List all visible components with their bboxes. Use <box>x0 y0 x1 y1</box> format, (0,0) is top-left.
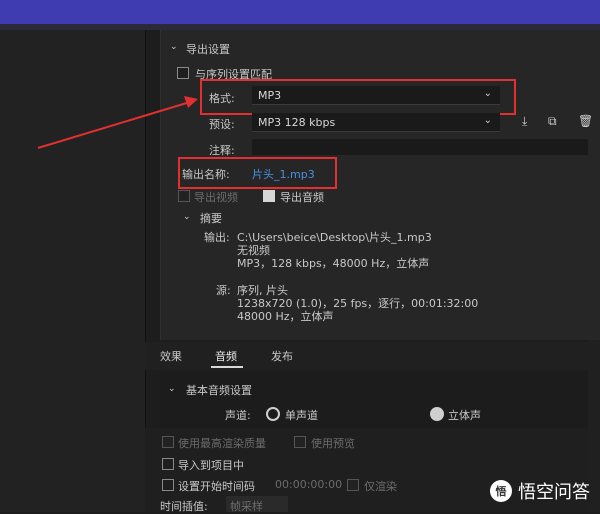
settings-tab-bar: 效果 音频 发布 <box>145 342 600 370</box>
tab-audio[interactable]: 音频 <box>215 348 237 364</box>
max-quality-checkbox[interactable] <box>162 436 174 448</box>
import-into-project-checkbox[interactable] <box>162 458 174 470</box>
mono-label: 单声道 <box>285 409 318 422</box>
render-only-checkbox[interactable] <box>347 479 359 491</box>
watermark: 悟 悟空问答 <box>490 478 590 504</box>
tab-effects[interactable]: 效果 <box>160 348 182 364</box>
use-preview-checkbox[interactable] <box>294 436 306 448</box>
channel-label: 声道: <box>225 409 251 422</box>
set-start-timecode-label: 设置开始时间码 <box>178 480 255 493</box>
max-quality-label: 使用最高渲染质量 <box>178 437 266 450</box>
start-timecode-value[interactable]: 00:00:00:00 <box>275 478 342 491</box>
basic-audio-title: 基本音频设置 <box>186 384 252 397</box>
watermark-text: 悟空问答 <box>518 482 590 503</box>
stereo-radio[interactable] <box>430 407 444 421</box>
set-start-timecode-checkbox[interactable] <box>162 479 174 491</box>
mono-radio[interactable] <box>266 407 280 421</box>
tab-publish[interactable]: 发布 <box>271 348 293 364</box>
time-interp-select[interactable]: 帧采样 <box>226 496 288 513</box>
render-only-label: 仅渲染 <box>364 480 397 493</box>
stereo-label: 立体声 <box>448 409 481 422</box>
watermark-badge-icon: 悟 <box>490 480 512 502</box>
import-into-project-label: 导入到项目中 <box>178 459 244 472</box>
use-preview-label: 使用预览 <box>311 437 355 450</box>
basic-audio-chevron-icon[interactable]: ⌄ <box>168 384 176 394</box>
active-tab-underline <box>211 366 243 368</box>
